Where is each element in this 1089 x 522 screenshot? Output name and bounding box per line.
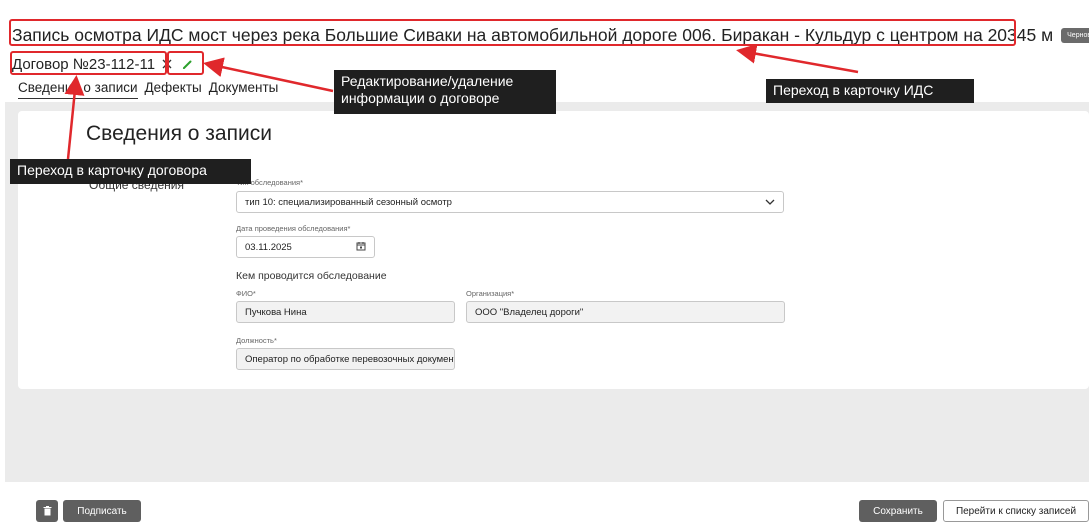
tab-defects[interactable]: Дефекты — [145, 80, 202, 99]
status-badge: Черновик — [1061, 27, 1089, 43]
organization-label: Организация* — [466, 289, 515, 298]
record-tabs: Сведения о записи Дефекты Документы — [18, 80, 278, 99]
annotation-box-title — [9, 19, 1016, 46]
go-to-records-list-button[interactable]: Перейти к списку записей — [943, 500, 1089, 522]
sign-button[interactable]: Подписать — [63, 500, 141, 522]
delete-button[interactable] — [36, 500, 58, 522]
survey-date-value: 03.11.2025 — [245, 241, 292, 253]
calendar-icon[interactable] — [356, 241, 366, 254]
section-title: Сведения о записи — [86, 122, 272, 145]
fio-label: ФИО* — [236, 289, 256, 298]
trash-icon — [43, 506, 51, 516]
fio-value: Пучкова Нина — [245, 306, 307, 318]
record-form-card — [18, 111, 1089, 389]
organization-value: ООО "Владелец дороги" — [475, 306, 584, 318]
survey-date-field[interactable]: 03.11.2025 — [236, 236, 375, 258]
annotation-box-contract — [10, 51, 167, 75]
survey-date-label: Дата проведения обследования* — [236, 224, 351, 233]
chevron-down-icon — [765, 197, 775, 208]
callout-contract-card: Переход в карточку договора — [10, 159, 251, 184]
callout-ids-card: Переход в карточку ИДС — [766, 79, 974, 103]
position-field[interactable]: Оператор по обработке перевозочных докум… — [236, 348, 455, 370]
tab-record-info[interactable]: Сведения о записи — [18, 80, 138, 99]
annotation-box-actions — [167, 51, 204, 75]
callout-edit-delete: Редактирование/удаление информации о дог… — [334, 70, 556, 114]
conducted-by-heading: Кем проводится обследование — [236, 270, 387, 282]
arrow-ids-card — [736, 43, 859, 74]
organization-field[interactable]: ООО "Владелец дороги" — [466, 301, 785, 323]
tab-documents[interactable]: Документы — [209, 80, 279, 99]
survey-type-value: тип 10: специализированный сезонный осмо… — [245, 196, 452, 208]
fio-field[interactable]: Пучкова Нина — [236, 301, 455, 323]
position-value: Оператор по обработке перевозочных докум… — [245, 353, 455, 365]
save-button[interactable]: Сохранить — [859, 500, 937, 522]
position-label: Должность* — [236, 336, 277, 345]
survey-type-select[interactable]: тип 10: специализированный сезонный осмо… — [236, 191, 784, 213]
